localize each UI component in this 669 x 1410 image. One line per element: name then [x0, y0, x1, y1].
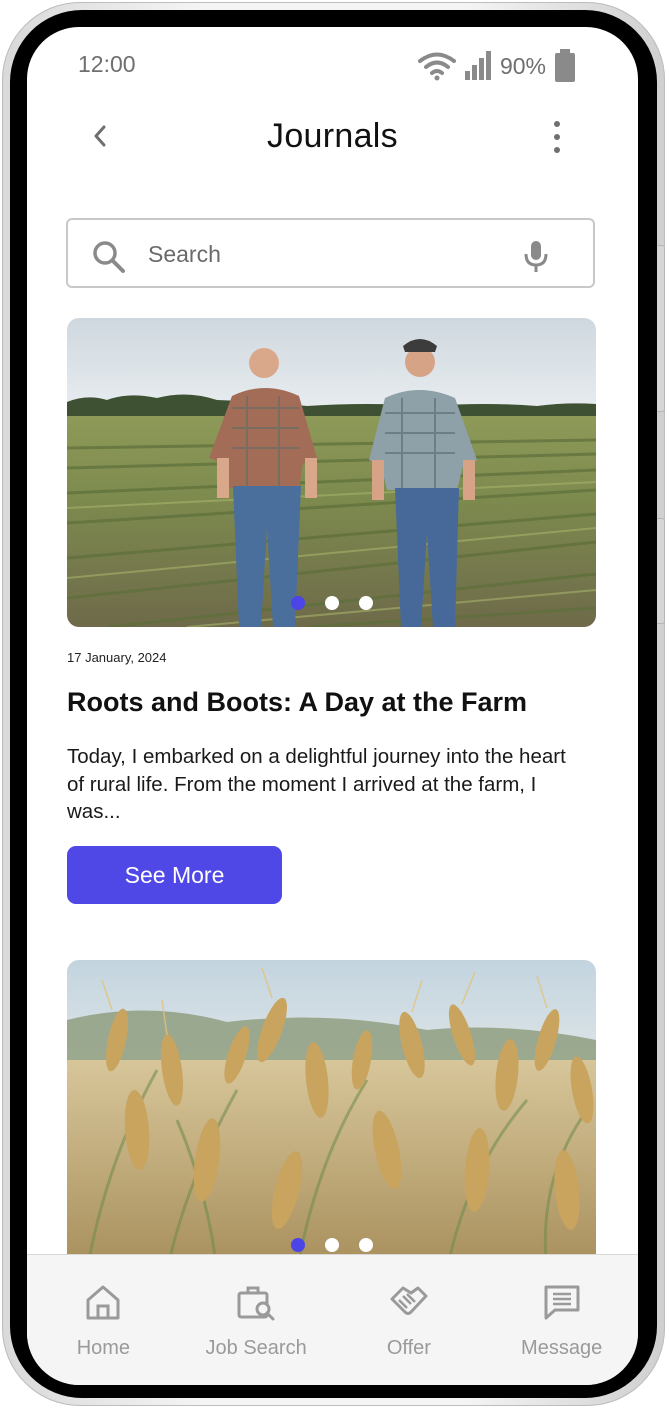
- nav-item-home[interactable]: Home: [27, 1255, 180, 1385]
- see-more-button[interactable]: See More: [67, 846, 282, 904]
- signal-icon: [464, 51, 491, 80]
- bottom-navigation: Home Job Search Offer Message: [27, 1254, 638, 1385]
- page-header: Journals: [27, 107, 638, 167]
- battery-icon: [555, 49, 575, 82]
- kebab-dot-icon: [554, 147, 560, 153]
- nav-label-home: Home: [76, 1337, 131, 1359]
- search-input[interactable]: [146, 234, 510, 274]
- nav-item-message[interactable]: Message: [485, 1255, 638, 1385]
- carousel-dot-active[interactable]: [290, 596, 305, 610]
- kebab-dot-icon: [554, 134, 560, 140]
- article-image-wheat[interactable]: [67, 960, 596, 1270]
- carousel-dot[interactable]: [358, 1238, 373, 1252]
- carousel-indicator: [67, 596, 596, 610]
- more-options-button[interactable]: [542, 121, 572, 153]
- handshake-icon: [390, 1286, 428, 1315]
- nav-label-job-search: Job Search: [205, 1337, 307, 1359]
- farmers-field-photo: [67, 318, 596, 627]
- carousel-dot[interactable]: [324, 596, 339, 610]
- article-date: 17 January, 2024: [67, 650, 167, 665]
- article-excerpt: Today, I embarked on a delightful journe…: [67, 745, 566, 823]
- app-screen: 12:00 90% Journals Search 17 January, 20…: [27, 27, 638, 1385]
- kebab-dot-icon: [554, 121, 560, 127]
- carousel-indicator: [67, 1238, 596, 1252]
- carousel-dot[interactable]: [358, 596, 373, 610]
- battery-percent: 90%: [499, 52, 546, 79]
- search-icon: [93, 241, 125, 273]
- wifi-icon: [417, 52, 456, 81]
- nav-label-message: Message: [521, 1337, 603, 1359]
- article-image-farmers[interactable]: [67, 318, 596, 627]
- carousel-dot[interactable]: [324, 1238, 339, 1252]
- wheat-field-photo: [67, 960, 596, 1270]
- nav-label-offer: Offer: [386, 1337, 431, 1359]
- job-search-icon: [237, 1286, 275, 1321]
- article-title[interactable]: Roots and Boots: A Day at the Farm: [67, 687, 527, 718]
- status-time: 12:00: [78, 51, 136, 77]
- search-bar: [66, 218, 595, 288]
- nav-item-offer[interactable]: Offer: [333, 1255, 486, 1385]
- home-icon: [86, 1285, 120, 1320]
- status-bar: 12:00 90%: [27, 27, 638, 107]
- microphone-icon[interactable]: [523, 240, 549, 274]
- nav-item-job-search[interactable]: Job Search: [180, 1255, 333, 1385]
- carousel-dot-active[interactable]: [290, 1238, 305, 1252]
- status-icons: 90%: [417, 49, 576, 83]
- message-icon: [544, 1285, 580, 1320]
